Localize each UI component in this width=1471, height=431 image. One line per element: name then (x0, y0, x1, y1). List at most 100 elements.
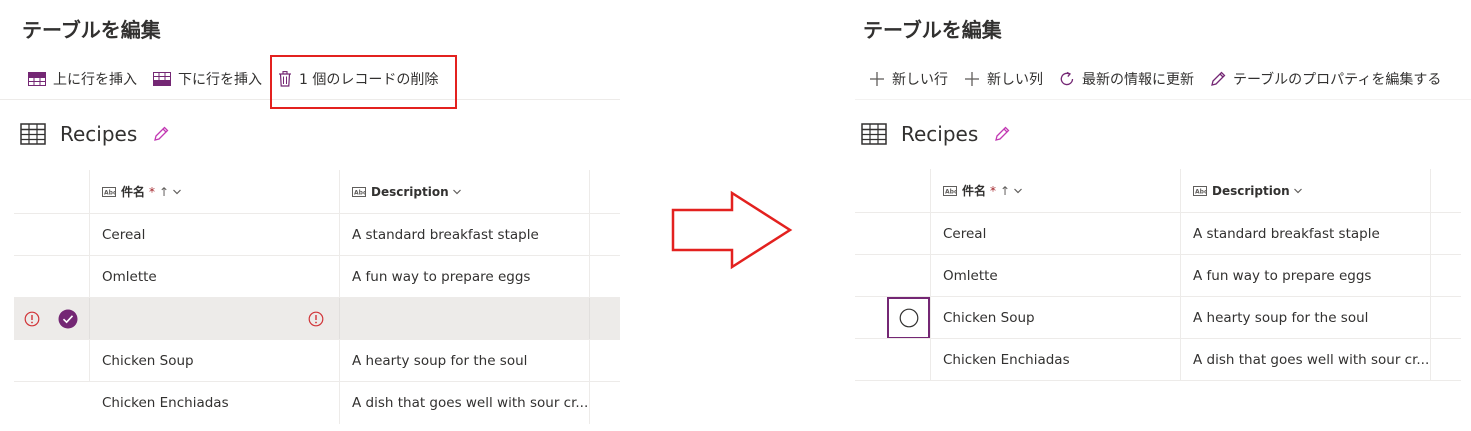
table-row[interactable]: Cereal A standard breakfast staple (855, 213, 1461, 255)
empty-circle-icon[interactable] (899, 308, 919, 328)
highlight-box (270, 55, 457, 109)
table-name: Recipes (60, 122, 138, 146)
svg-text:Abc: Abc (354, 189, 366, 196)
insert-row-below-icon (153, 71, 171, 86)
chevron-down-icon[interactable] (452, 188, 462, 196)
arrow-right-icon (671, 190, 793, 270)
column-header-description[interactable]: Abc Description (1181, 169, 1431, 212)
insert-row-above-label: 上に行を挿入 (53, 71, 137, 88)
row-select-focus[interactable] (887, 297, 930, 338)
table-icon (861, 123, 887, 145)
svg-text:Abc: Abc (104, 189, 116, 196)
table-row[interactable]: Chicken Enchiadas A dish that goes well … (14, 382, 620, 424)
edit-table-properties-label: テーブルのプロパティを編集する (1233, 71, 1442, 88)
right-panel: テーブルを編集 新しい行 新しい列 最新の情報に更新 テーブルのプロパティを編集… (855, 0, 1471, 431)
refresh-button[interactable]: 最新の情報に更新 (1059, 64, 1194, 94)
error-icon (308, 311, 324, 327)
cell-description[interactable]: A standard breakfast staple (340, 214, 590, 255)
insert-row-above-icon (28, 71, 46, 86)
page-title: テーブルを編集 (863, 18, 1002, 42)
new-column-label: 新しい列 (987, 71, 1043, 88)
new-row-label: 新しい行 (892, 71, 948, 88)
cell-name[interactable]: Cereal (90, 214, 340, 255)
checkmark-circle-icon[interactable] (58, 309, 78, 329)
required-mark: * (149, 184, 156, 199)
row-selector[interactable] (14, 382, 90, 424)
column-header-extra (1431, 169, 1461, 212)
left-panel: テーブルを編集 上に行を挿入 下に行を挿入 1 個のレコードの削除 Recipe… (0, 0, 620, 431)
cell-description[interactable]: A fun way to prepare eggs (1181, 255, 1431, 296)
cell-name[interactable]: Omlette (90, 256, 340, 297)
edit-pencil-icon[interactable] (153, 126, 169, 142)
cell-name[interactable]: Chicken Enchiadas (931, 339, 1181, 380)
page-title: テーブルを編集 (22, 18, 161, 42)
cell-description[interactable]: A standard breakfast staple (1181, 213, 1431, 254)
cell-name[interactable]: Omlette (931, 255, 1181, 296)
data-grid: Abc 件名 * ↑ Abc Description Cereal A stan… (14, 170, 620, 424)
column-name-label: 件名 (962, 184, 987, 198)
chevron-down-icon[interactable] (1013, 187, 1023, 195)
table-row-selected[interactable] (14, 298, 620, 340)
cell-description[interactable]: A fun way to prepare eggs (340, 256, 590, 297)
row-selector[interactable] (855, 213, 931, 254)
table-heading: Recipes (20, 122, 169, 146)
row-selector[interactable] (855, 255, 931, 296)
text-type-icon: Abc (943, 185, 957, 196)
table-heading: Recipes (861, 122, 1010, 146)
row-selector[interactable] (14, 214, 90, 255)
table-row[interactable]: Chicken Soup A hearty soup for the soul (855, 297, 1461, 339)
refresh-label: 最新の情報に更新 (1082, 71, 1194, 88)
text-type-icon: Abc (352, 186, 366, 197)
cell-name[interactable]: Cereal (931, 213, 1181, 254)
data-grid: Abc 件名 * ↑ Abc Description Cereal A stan… (855, 169, 1461, 381)
command-bar: 新しい行 新しい列 最新の情報に更新 テーブルのプロパティを編集する (855, 58, 1471, 100)
edit-table-properties-button[interactable]: テーブルのプロパティを編集する (1210, 64, 1441, 94)
row-selector[interactable] (855, 297, 931, 338)
new-row-button[interactable]: 新しい行 (869, 64, 948, 94)
svg-text:Abc: Abc (945, 188, 957, 195)
sort-asc-icon: ↑ (159, 184, 170, 199)
required-mark: * (990, 183, 997, 198)
table-row[interactable]: Chicken Enchiadas A dish that goes well … (855, 339, 1461, 381)
chevron-down-icon[interactable] (1293, 187, 1303, 195)
column-header-name[interactable]: Abc 件名 * ↑ (931, 169, 1181, 212)
table-row[interactable]: Chicken Soup A hearty soup for the soul (14, 340, 620, 382)
row-selector[interactable] (14, 256, 90, 297)
plus-icon (965, 71, 979, 86)
grid-header-row: Abc 件名 * ↑ Abc Description (14, 170, 620, 214)
table-name: Recipes (901, 122, 979, 146)
text-type-icon: Abc (102, 186, 116, 197)
select-column-header (14, 170, 90, 213)
cell-description[interactable]: A dish that goes well with sour cr... (1181, 339, 1431, 380)
column-header-description[interactable]: Abc Description (340, 170, 590, 213)
column-description-label: Description (1212, 183, 1290, 198)
chevron-down-icon[interactable] (172, 188, 182, 196)
edit-pencil-icon[interactable] (994, 126, 1010, 142)
cell-name[interactable] (90, 298, 340, 339)
insert-row-below-button[interactable]: 下に行を挿入 (153, 64, 262, 94)
row-selector[interactable] (855, 339, 931, 380)
sort-asc-icon: ↑ (1000, 183, 1011, 198)
cell-description[interactable]: A hearty soup for the soul (1181, 297, 1431, 338)
column-description-label: Description (371, 184, 449, 199)
text-type-icon: Abc (1193, 185, 1207, 196)
table-row[interactable]: Omlette A fun way to prepare eggs (14, 256, 620, 298)
column-header-name[interactable]: Abc 件名 * ↑ (90, 170, 340, 213)
insert-row-below-label: 下に行を挿入 (178, 71, 262, 88)
cell-name[interactable]: Chicken Soup (931, 297, 1181, 338)
row-selector[interactable] (14, 340, 90, 381)
new-column-button[interactable]: 新しい列 (964, 64, 1043, 94)
cell-name[interactable]: Chicken Enchiadas (90, 382, 340, 424)
row-selector[interactable] (14, 298, 90, 339)
insert-row-above-button[interactable]: 上に行を挿入 (28, 64, 137, 94)
column-header-extra (590, 170, 620, 213)
column-name-label: 件名 (121, 185, 146, 199)
cell-description[interactable]: A dish that goes well with sour cr... (340, 382, 590, 424)
select-column-header (855, 169, 931, 212)
cell-name[interactable]: Chicken Soup (90, 340, 340, 381)
cell-description[interactable] (340, 298, 590, 339)
table-row[interactable]: Cereal A standard breakfast staple (14, 214, 620, 256)
cell-description[interactable]: A hearty soup for the soul (340, 340, 590, 381)
table-row[interactable]: Omlette A fun way to prepare eggs (855, 255, 1461, 297)
error-icon (24, 311, 40, 327)
